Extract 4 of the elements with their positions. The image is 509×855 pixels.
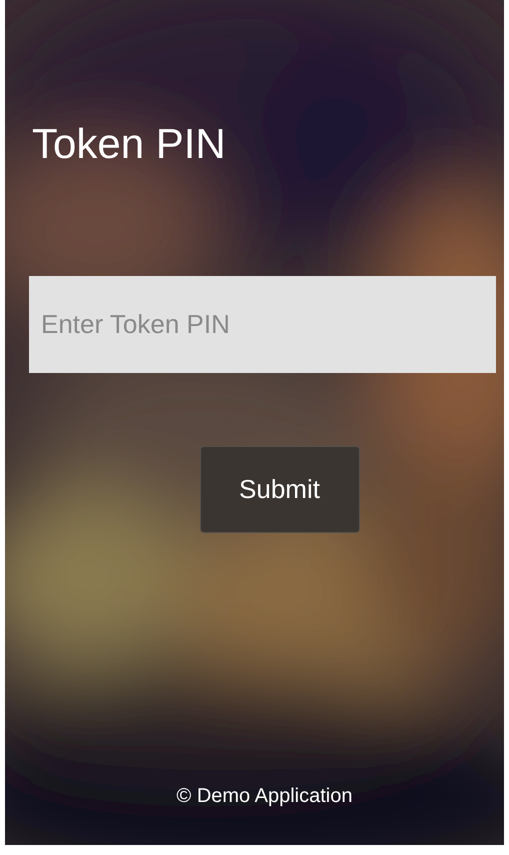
submit-button[interactable]: Submit — [200, 446, 360, 533]
footer-text: © Demo Application — [176, 784, 352, 809]
screen-title: Token PIN — [32, 119, 226, 169]
pin-field[interactable]: Enter Token PIN — [29, 276, 496, 373]
